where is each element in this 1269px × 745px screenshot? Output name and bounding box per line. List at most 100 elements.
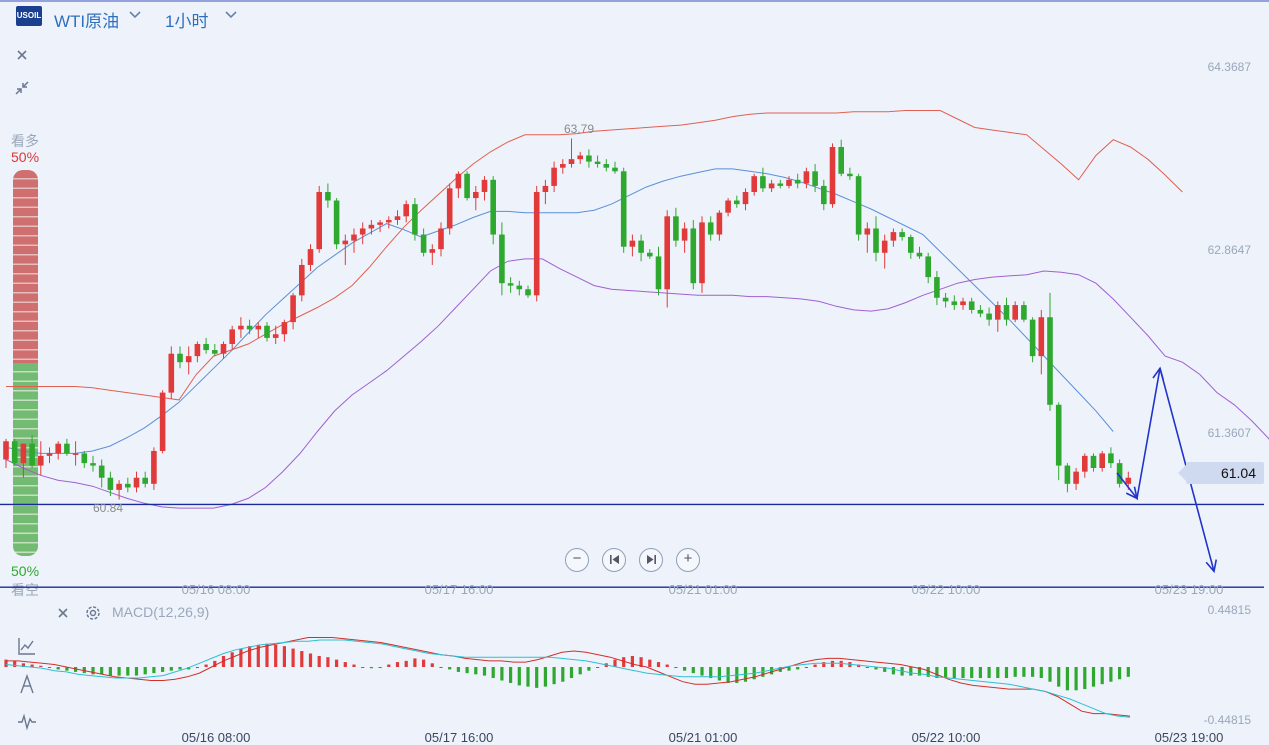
macd-histogram-bar <box>387 664 391 667</box>
zoom-out-button[interactable]: − <box>565 548 589 572</box>
candle-up <box>577 155 583 160</box>
candle-up <box>3 441 9 460</box>
macd-histogram-bar <box>134 667 139 676</box>
macd-histogram-bar <box>369 667 373 669</box>
macd-x-tick-label: 05/22 10:00 <box>911 730 981 745</box>
macd-histogram-bar <box>439 667 443 668</box>
candle-down <box>794 179 801 184</box>
macd-histogram-bar <box>482 667 487 676</box>
indicator-chart-icon[interactable] <box>16 635 38 657</box>
low-annotation: 60.84 <box>93 501 124 516</box>
candle-up <box>342 240 349 245</box>
macd-histogram-bar <box>961 667 965 679</box>
macd-histogram-bar <box>770 667 774 675</box>
macd-histogram-bar <box>239 648 243 667</box>
macd-histogram-bar <box>108 667 112 676</box>
macd-histogram-bar <box>1031 667 1035 677</box>
macd-histogram-bar <box>1100 667 1104 685</box>
macd-histogram-bar <box>343 662 347 667</box>
candle-up <box>168 353 175 393</box>
candle-up <box>629 240 636 247</box>
candle-up <box>473 191 479 199</box>
macd-histogram-bar <box>865 667 869 668</box>
y-tick-label: 61.3607 <box>1207 425 1251 440</box>
candle-down <box>490 179 496 235</box>
macd-histogram-bar <box>230 652 234 667</box>
candle-up <box>299 264 305 296</box>
macd-histogram-bar <box>665 664 669 667</box>
candle-up <box>725 200 731 213</box>
macd-x-tick-label: 05/23 19:00 <box>1154 730 1224 745</box>
candle-up <box>38 455 44 466</box>
candle-up <box>1038 317 1045 357</box>
macd-histogram-bar <box>13 660 17 667</box>
candle-down <box>29 443 35 466</box>
candle-up <box>542 185 549 192</box>
candle-down <box>177 353 183 363</box>
candle-down <box>838 147 844 174</box>
macd-histogram-bar <box>596 667 600 668</box>
candle-up <box>1082 455 1088 472</box>
macd-histogram-bar <box>1074 667 1078 691</box>
macd-histogram-bar <box>448 667 452 670</box>
macd-histogram-bar <box>500 667 504 681</box>
candle-down <box>516 285 523 290</box>
candle-down <box>98 465 105 478</box>
candle-up <box>1012 305 1018 320</box>
drawing-tool-icon[interactable] <box>16 673 38 695</box>
skip-forward-icon <box>646 555 656 564</box>
candle-up <box>290 295 296 323</box>
candle-up <box>359 228 366 235</box>
macd-histogram-bar <box>456 667 460 672</box>
macd-histogram-bar <box>561 667 565 682</box>
candle-down <box>203 343 209 351</box>
macd-histogram-bar <box>787 667 791 671</box>
candle-down <box>1108 453 1114 464</box>
macd-histogram-bar <box>543 667 547 687</box>
candle-down <box>90 463 96 466</box>
chart-canvas <box>0 0 1269 718</box>
candle-down <box>333 200 340 245</box>
candle-down <box>1055 404 1062 466</box>
macd-histogram-bar <box>265 643 269 667</box>
candle-down <box>586 155 592 162</box>
candle-down <box>142 477 148 484</box>
macd-histogram-bar <box>517 667 521 686</box>
candle-down <box>647 252 653 257</box>
candle-up <box>403 204 409 217</box>
high-annotation: 63.79 <box>564 122 595 137</box>
macd-histogram-bar <box>1083 667 1087 690</box>
macd-histogram-bar <box>952 667 956 679</box>
candle-down <box>1021 305 1027 320</box>
close-macd-icon[interactable] <box>53 603 73 623</box>
macd-histogram-bar <box>100 667 104 675</box>
candle-up <box>995 305 1001 320</box>
candle-down <box>812 171 818 186</box>
pulse-icon[interactable] <box>16 711 38 733</box>
macd-histogram-bar <box>526 667 530 687</box>
gear-icon[interactable] <box>83 603 103 623</box>
jump-start-button[interactable] <box>602 548 626 572</box>
macd-histogram-bar <box>1109 667 1113 682</box>
macd-histogram-bar <box>300 651 304 667</box>
candle-up <box>751 176 757 192</box>
macd-histogram-bar <box>204 664 208 667</box>
macd-histogram-bar <box>830 660 835 667</box>
x-tick-label: 05/17 16:00 <box>424 582 494 597</box>
candle-down <box>847 173 853 177</box>
candle-up <box>699 222 705 284</box>
macd-histogram-bar <box>535 667 539 688</box>
macd-histogram-bar <box>282 646 286 667</box>
macd-histogram-bar <box>422 659 426 667</box>
macd-histogram-bar <box>395 662 400 667</box>
zoom-in-button[interactable]: + <box>676 548 700 572</box>
x-tick-label: 05/21 01:00 <box>668 582 738 597</box>
jump-end-button[interactable] <box>639 548 663 572</box>
macd-histogram-bar <box>1126 667 1130 677</box>
candle-up <box>386 219 392 223</box>
macd-histogram-bar <box>909 667 913 676</box>
macd-histogram-bar <box>1091 667 1096 687</box>
macd-histogram-bar <box>1022 667 1026 677</box>
macd-histogram-bar <box>648 659 652 667</box>
candle-down <box>968 301 975 310</box>
